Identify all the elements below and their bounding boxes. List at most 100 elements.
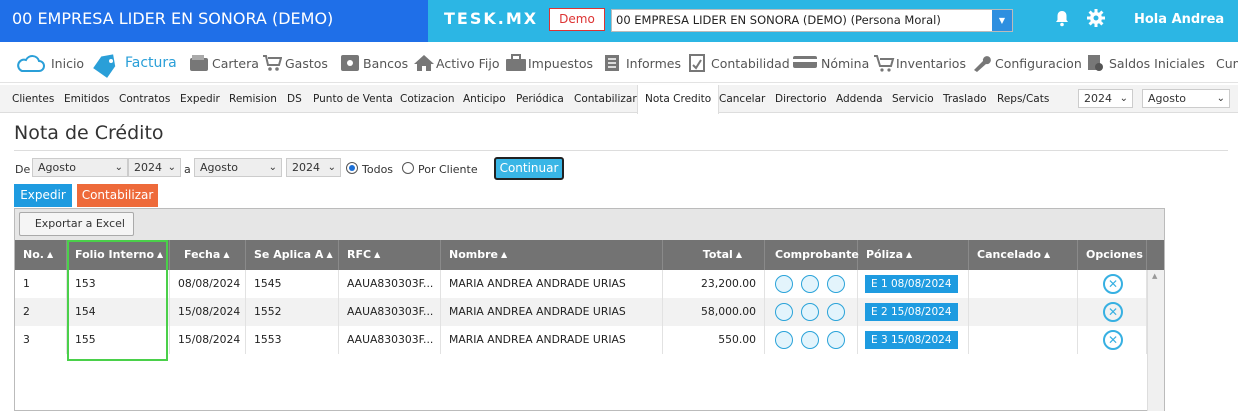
chevron-down-icon: ⌄ xyxy=(1216,93,1225,104)
col-fecha[interactable]: Fecha ▲ xyxy=(170,240,246,270)
continue-button[interactable]: Continuar xyxy=(494,157,564,180)
house-icon xyxy=(413,54,434,72)
user-greeting[interactable]: Hola Andrea xyxy=(1134,12,1224,27)
subnav-item[interactable]: Emitidos xyxy=(64,85,109,113)
subnav-item[interactable]: Contratos xyxy=(119,85,170,113)
subnav-item[interactable]: Remision xyxy=(229,85,277,113)
folio-column-highlight xyxy=(67,240,168,361)
cell-aplica: 1552 xyxy=(246,298,339,326)
app-logo[interactable]: TESK.MX xyxy=(444,9,538,28)
cell-poliza: E 2 15/08/2024 xyxy=(858,298,969,326)
cell-aplica: 1545 xyxy=(246,270,339,298)
cancel-x-icon[interactable]: ✕ xyxy=(1103,330,1123,350)
nav-configuracion[interactable]: Configuracion xyxy=(972,51,1082,75)
card-icon xyxy=(792,54,818,72)
poliza-badge[interactable]: E 1 08/08/2024 xyxy=(865,275,958,293)
xml-icon[interactable] xyxy=(801,331,819,349)
cell-no: 1 xyxy=(15,270,67,298)
subnav-item[interactable]: Traslado xyxy=(943,85,987,113)
subnav-item-active[interactable]: Nota Credito xyxy=(637,85,720,114)
cell-total: 58,000.00 xyxy=(663,298,765,326)
subnav-item[interactable]: Expedir xyxy=(180,85,220,113)
poliza-badge[interactable]: E 2 15/08/2024 xyxy=(865,303,958,321)
from-label: De xyxy=(15,163,31,176)
col-total[interactable]: Total ▲ xyxy=(663,240,765,270)
table-row[interactable]: 2 154 15/08/2024 1552 AAUA830303F... MAR… xyxy=(15,298,1147,326)
subnav-item[interactable]: Periódica xyxy=(516,85,564,113)
poliza-badge[interactable]: E 3 15/08/2024 xyxy=(865,331,958,349)
nav-gastos[interactable]: Gastos xyxy=(262,51,328,75)
subnav-item[interactable]: Punto de Venta xyxy=(313,85,393,113)
cell-total: 550.00 xyxy=(663,326,765,354)
pdf-icon[interactable] xyxy=(775,275,793,293)
wallet-icon xyxy=(189,54,209,72)
chevron-down-icon: ⌄ xyxy=(114,162,123,173)
bell-icon[interactable] xyxy=(1053,9,1071,27)
cell-poliza: E 1 08/08/2024 xyxy=(858,270,969,298)
table-row[interactable]: 1 153 08/08/2024 1545 AAUA830303F... MAR… xyxy=(15,270,1147,298)
subnav-item[interactable]: Addenda xyxy=(836,85,883,113)
export-excel-button[interactable]: Exportar a Excel xyxy=(19,212,134,236)
cell-fecha: 08/08/2024 xyxy=(170,270,246,298)
to-month-select[interactable]: Agosto ⌄ xyxy=(194,158,282,177)
nav-bancos[interactable]: Bancos xyxy=(340,51,408,75)
pdf-icon[interactable] xyxy=(775,303,793,321)
cancel-x-icon[interactable]: ✕ xyxy=(1103,274,1123,294)
from-year-select[interactable]: 2024 ⌄ xyxy=(128,158,181,177)
mail-icon[interactable] xyxy=(827,331,845,349)
nav-cum[interactable]: Cum xyxy=(1216,51,1238,75)
demo-badge[interactable]: Demo xyxy=(549,8,605,31)
nav-contabilidad[interactable]: Contabilidad xyxy=(688,51,790,75)
nav-factura[interactable]: Factura xyxy=(90,51,177,78)
tab-contabilizar[interactable]: Contabilizar xyxy=(77,184,158,207)
chevron-down-icon: ⌄ xyxy=(268,162,277,173)
subnav-item[interactable]: Directorio xyxy=(775,85,827,113)
to-year-select[interactable]: 2024 ⌄ xyxy=(286,158,341,177)
from-month-select[interactable]: Agosto ⌄ xyxy=(32,158,128,177)
subnav-item[interactable]: DS xyxy=(287,85,302,113)
gear-icon[interactable] xyxy=(1086,8,1106,28)
chevron-down-icon: ⌄ xyxy=(167,162,176,173)
radio-por-cliente[interactable] xyxy=(402,162,414,174)
col-nombre[interactable]: Nombre ▲ xyxy=(441,240,663,270)
col-rfc[interactable]: RFC ▲ xyxy=(339,240,441,270)
nav-activo-fijo[interactable]: Activo Fijo xyxy=(413,51,499,75)
cancel-x-icon[interactable]: ✕ xyxy=(1103,302,1123,322)
month-select[interactable]: Agosto ⌄ xyxy=(1142,89,1230,108)
nav-informes[interactable]: Informes xyxy=(603,51,681,75)
subnav-item[interactable]: Contabilizar xyxy=(574,85,637,113)
nav-inventarios[interactable]: Inventarios xyxy=(873,51,966,75)
radio-todos[interactable] xyxy=(346,162,358,174)
nav-impuestos[interactable]: Impuestos xyxy=(505,51,593,75)
subnav-item[interactable]: Servicio xyxy=(892,85,934,113)
table-scrollbar[interactable]: ▲ xyxy=(1147,270,1164,411)
ledger-icon xyxy=(688,54,708,72)
mail-icon[interactable] xyxy=(827,275,845,293)
table-row[interactable]: 3 155 15/08/2024 1553 AAUA830303F... MAR… xyxy=(15,326,1147,354)
to-label: a xyxy=(184,163,191,176)
pdf-icon[interactable] xyxy=(775,331,793,349)
subnav-item[interactable]: Cotizacion xyxy=(400,85,455,113)
sort-icon: ▲ xyxy=(223,250,230,259)
nav-cartera[interactable]: Cartera xyxy=(189,51,259,75)
scroll-up-icon[interactable]: ▲ xyxy=(1152,272,1157,280)
sort-icon: ▲ xyxy=(374,250,381,259)
nav-nomina[interactable]: Nómina xyxy=(792,51,869,75)
tab-expedir[interactable]: Expedir xyxy=(14,184,72,207)
company-select[interactable]: 00 EMPRESA LIDER EN SONORA (DEMO) (Perso… xyxy=(611,9,1013,32)
mail-icon[interactable] xyxy=(827,303,845,321)
col-cancelado[interactable]: Cancelado ▲ xyxy=(969,240,1078,270)
subnav-item[interactable]: Cancelar xyxy=(719,85,765,113)
xml-icon[interactable] xyxy=(801,303,819,321)
col-aplica[interactable]: Se Aplica A ▲ xyxy=(246,240,339,270)
year-select[interactable]: 2024 ⌄ xyxy=(1078,89,1133,108)
subnav-item[interactable]: Reps/Cats xyxy=(997,85,1049,113)
xml-icon[interactable] xyxy=(801,275,819,293)
cell-opciones: ✕ xyxy=(1078,326,1147,354)
subnav-item[interactable]: Anticipo xyxy=(463,85,506,113)
nav-saldos-iniciales[interactable]: Saldos Iniciales xyxy=(1086,51,1205,75)
subnav-item[interactable]: Clientes xyxy=(12,85,54,113)
col-no[interactable]: No. ▲ xyxy=(15,240,67,270)
nav-inicio[interactable]: Inicio xyxy=(14,51,84,75)
col-poliza[interactable]: Póliza ▲ xyxy=(858,240,969,270)
